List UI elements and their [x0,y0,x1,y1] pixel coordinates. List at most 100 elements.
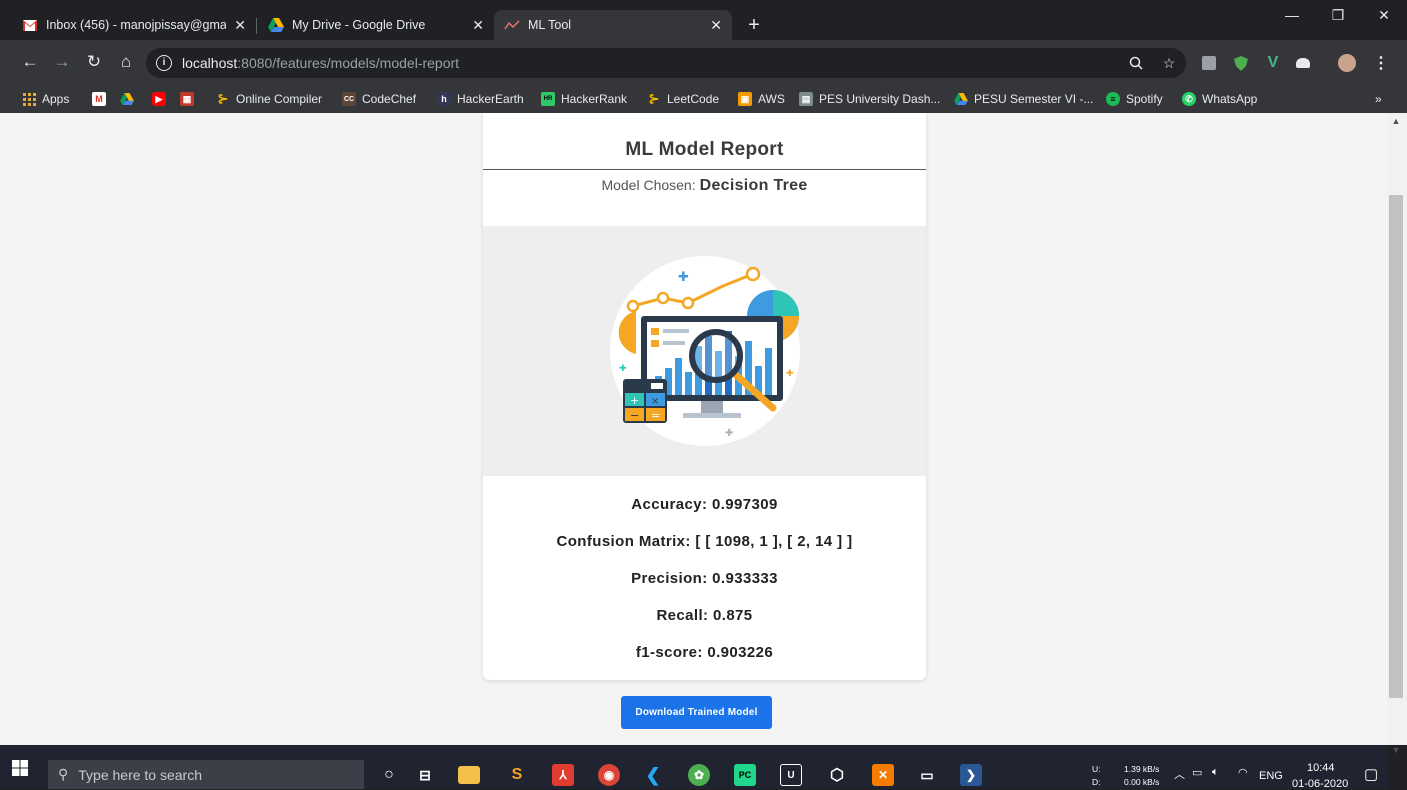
zoom-icon[interactable] [1127,54,1145,72]
metric-precision: Precision: 0.933333 [631,570,778,587]
bookmark-pes-dashboard[interactable]: ▤ PES University Dash... [799,85,940,113]
scroll-down-arrow-icon[interactable]: ▼ [1389,745,1403,757]
file-explorer-icon[interactable] [458,766,480,784]
vue-devtools-icon[interactable]: V [1264,54,1282,72]
taskbar-search-box[interactable]: ⚲ Type here to search [48,760,364,789]
google-drive-icon [954,92,968,106]
svg-text:=: = [651,409,660,422]
vscode-icon[interactable]: ❮ [642,764,664,786]
svg-text:✚: ✚ [786,369,794,379]
extension-icon[interactable] [1200,54,1218,72]
chrome-icon[interactable]: ◉ [598,764,620,786]
bookmark-spotify[interactable]: ≡ Spotify [1106,85,1163,113]
codechef-icon: CC [342,92,356,106]
bookmarks-overflow-button[interactable]: » [1375,85,1382,113]
input-language[interactable]: ENG [1259,770,1283,782]
bookmark-leetcode[interactable]: ⊱ LeetCode [647,85,720,113]
back-button[interactable]: ← [20,52,40,72]
virtualbox-icon[interactable]: ⬡ [826,764,848,786]
search-icon: ⚲ [58,766,69,782]
spotify-icon: ≡ [1106,92,1120,106]
net-up-label: U: [1092,764,1101,774]
bookmark-hackerearth[interactable]: h HackerEarth [437,85,524,113]
metric-accuracy: Accuracy: 0.997309 [631,496,778,513]
sublime-text-icon[interactable]: S [506,764,528,786]
bookmark-aws[interactable]: ▣ AWS [738,85,785,113]
profile-avatar-icon[interactable] [1338,54,1356,72]
tray-overflow-chevron-icon[interactable]: ︿ [1174,766,1185,782]
forward-button[interactable]: → [52,52,72,72]
leetcode-icon: ⊱ [648,91,660,106]
notification-center-icon[interactable]: ▢ [1364,765,1378,783]
pes-icon: ▤ [799,92,813,106]
bookmark-calendar[interactable]: ▦ [180,85,200,113]
bookmark-gmail[interactable]: M [92,85,112,113]
gmail-icon [22,17,38,33]
gmail-icon: M [92,92,106,106]
calendar-icon: ▦ [180,92,194,106]
new-tab-button[interactable]: + [742,14,766,38]
wifi-icon[interactable]: ◠ [1238,766,1248,779]
scroll-up-arrow-icon[interactable]: ▲ [1389,116,1403,128]
metric-f1-score: f1-score: 0.903226 [635,644,774,661]
extension-icon[interactable] [1294,54,1312,72]
cortana-icon[interactable]: ○ [378,764,400,786]
svg-text:✚: ✚ [725,428,733,439]
anaconda-icon[interactable]: ✿ [688,764,710,786]
download-model-button[interactable]: Download Trained Model [621,696,772,729]
net-down-speed: 0.00 kB/s [1124,777,1160,787]
youtube-icon: ▶ [152,92,166,106]
model-chosen-label: Model Chosen: [601,177,696,193]
tab-google-drive[interactable]: My Drive - Google Drive ✕ [258,10,494,40]
bookmark-online-compiler[interactable]: ⊱ Online Compiler [216,85,323,113]
menu-kebab-icon[interactable]: ⋮ [1372,54,1390,72]
tab-title: ML Tool [528,18,572,32]
whatsapp-icon: ✆ [1182,92,1196,106]
bookmark-apps[interactable]: Apps [22,85,69,113]
shield-extension-icon[interactable] [1232,54,1250,72]
app-icon[interactable]: U [780,764,802,786]
powershell-icon[interactable]: ❯ [960,764,982,786]
bookmark-star-icon[interactable]: ☆ [1160,54,1178,72]
svg-text:+: + [630,394,639,407]
compiler-icon: ⊱ [217,91,229,106]
tab-close-button[interactable]: ✕ [472,17,484,34]
bookmark-google-drive[interactable] [120,85,140,113]
home-button[interactable]: ⌂ [116,52,136,72]
clock-time[interactable]: 10:44 [1307,762,1335,774]
terminal-icon[interactable]: ▭ [916,764,938,786]
scrollbar-thumb[interactable] [1389,195,1403,698]
minimize-button[interactable]: — [1269,0,1315,30]
acrobat-icon[interactable]: ⅄ [552,764,574,786]
bookmark-hackerrank[interactable]: HR HackerRank [541,85,627,113]
battery-icon[interactable]: ▭ [1192,766,1202,779]
xampp-icon[interactable]: ✕ [872,764,894,786]
metric-confusion-matrix: Confusion Matrix: [ [ 1098, 1 ], [ 2, 14… [556,533,853,550]
hackerrank-icon: HR [541,92,555,106]
report-illustration: ✚ ✚ ✚ ✚ + × − = [483,226,926,476]
bookmark-whatsapp[interactable]: ✆ WhatsApp [1182,85,1257,113]
tab-ml-tool[interactable]: ML Tool ✕ [494,10,732,40]
clock-date[interactable]: 01-06-2020 [1292,778,1348,790]
url-text[interactable]: localhost:8080/features/models/model-rep… [182,55,459,71]
close-window-button[interactable]: ✕ [1361,0,1407,30]
windows-start-icon[interactable] [12,760,28,776]
info-icon[interactable]: i [156,55,172,71]
tab-separator [256,18,257,34]
bookmark-pesu-semester[interactable]: PESU Semester VI -... [954,85,1093,113]
bookmark-codechef[interactable]: CC CodeChef [342,85,416,113]
pycharm-icon[interactable]: PC [734,764,756,786]
maximize-button[interactable]: ❐ [1315,0,1361,30]
volume-icon[interactable]: 🔈︎ [1212,766,1219,779]
task-view-icon[interactable]: ⊟ [414,764,436,786]
tab-close-button[interactable]: ✕ [234,17,246,34]
reload-button[interactable]: ↻ [84,52,104,72]
apps-grid-icon [22,92,36,106]
tab-title: My Drive - Google Drive [292,18,426,32]
page-title: ML Model Report [625,139,784,160]
bookmark-youtube[interactable]: ▶ [152,85,172,113]
model-name: Decision Tree [699,177,808,194]
tab-close-button[interactable]: ✕ [710,17,722,34]
ml-tool-icon [504,17,520,33]
tab-gmail[interactable]: Inbox (456) - manojpissay@gma ✕ [12,10,256,40]
